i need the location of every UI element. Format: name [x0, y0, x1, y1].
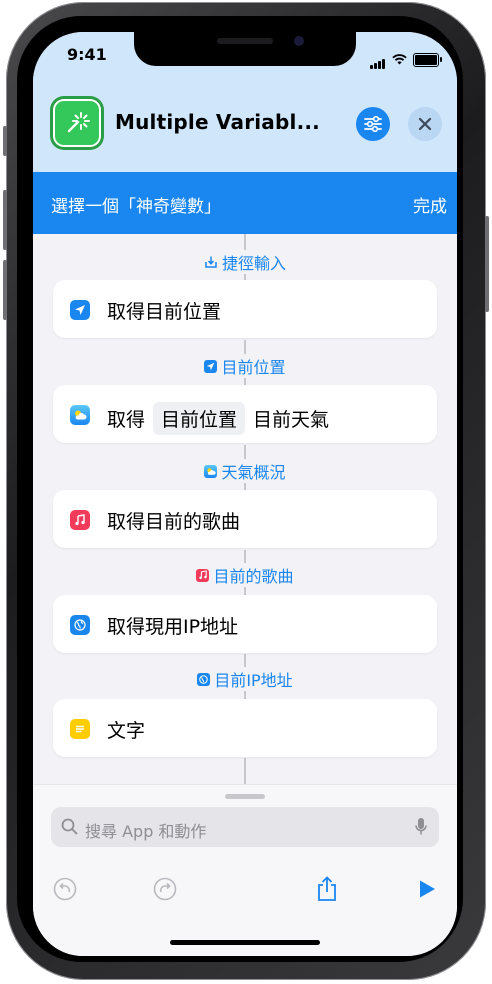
globe-icon	[70, 615, 90, 635]
status-time: 9:41	[67, 45, 107, 64]
variable-label: 目前的歌曲	[213, 567, 294, 586]
globe-icon	[197, 672, 211, 686]
undo-icon[interactable]	[51, 875, 79, 903]
music-icon	[70, 510, 90, 530]
shortcut-input-icon	[205, 256, 217, 268]
variable-label: 天氣概況	[221, 463, 286, 482]
note-icon	[70, 719, 90, 739]
action-label: 取得	[107, 409, 146, 431]
variable-current-location[interactable]: 目前位置	[33, 354, 457, 378]
action-label: 取得目前位置	[107, 301, 222, 323]
volume-up-button	[3, 190, 7, 250]
action-card-get-current-song[interactable]: 取得目前的歌曲	[53, 490, 437, 548]
sliders-icon[interactable]	[356, 107, 390, 141]
done-button[interactable]: 完成	[413, 192, 447, 217]
variable-label: 目前IP地址	[214, 671, 293, 690]
play-icon[interactable]	[413, 875, 441, 903]
action-card-text[interactable]: 文字	[53, 699, 437, 757]
cellular-signal-icon	[370, 50, 386, 69]
parameter-pill[interactable]: 目前位置	[153, 402, 246, 435]
speaker	[217, 38, 273, 44]
variable-label: 目前位置	[221, 358, 286, 377]
weather-icon	[204, 464, 218, 478]
action-card-get-weather[interactable]: 取得 目前位置 目前天氣	[53, 385, 437, 443]
shortcut-header: Multiple Variabl...	[33, 94, 457, 158]
magic-variable-banner: 選擇一個「神奇變數」 完成	[33, 172, 457, 234]
panel-grabber[interactable]	[225, 794, 265, 799]
action-card-get-ip-address[interactable]: 取得現用IP地址	[53, 595, 437, 653]
location-icon	[204, 359, 218, 373]
action-list: 捷徑輸入 取得目前位置 目前位置 取得 目前位置 目前天氣 天氣概況 取得目前的…	[33, 234, 457, 794]
status-icons	[370, 50, 442, 69]
banner-prompt: 選擇一個「神奇變數」	[51, 197, 221, 217]
battery-icon	[413, 52, 442, 67]
side-button	[3, 126, 7, 156]
power-button	[485, 216, 489, 312]
action-label: 取得現用IP地址	[107, 616, 239, 638]
microphone-icon[interactable]	[415, 817, 427, 836]
home-indicator	[170, 940, 320, 945]
share-icon[interactable]	[313, 875, 341, 903]
variable-label: 捷徑輸入	[221, 254, 286, 273]
shortcut-title[interactable]: Multiple Variabl...	[115, 110, 320, 134]
music-icon	[196, 568, 210, 582]
action-label: 取得目前的歌曲	[107, 511, 241, 533]
screen: 9:41 Multiple Variabl... 選擇一個「神奇變數」 完成 捷…	[33, 32, 457, 956]
variable-current-song[interactable]: 目前的歌曲	[33, 563, 457, 587]
close-icon[interactable]	[408, 107, 442, 141]
notch	[134, 32, 356, 66]
camera	[294, 36, 304, 46]
action-label: 文字	[107, 720, 146, 742]
variable-current-ip[interactable]: 目前IP地址	[33, 667, 457, 691]
weather-icon	[70, 405, 90, 425]
volume-down-button	[3, 260, 7, 320]
action-search-panel: 搜尋 App 和動作	[33, 784, 457, 956]
redo-icon[interactable]	[151, 875, 179, 903]
variable-shortcut-input[interactable]: 捷徑輸入	[33, 250, 457, 274]
magic-wand-icon[interactable]	[53, 99, 101, 147]
wifi-icon	[392, 54, 407, 65]
search-icon	[61, 818, 78, 835]
search-field[interactable]: 搜尋 App 和動作	[51, 807, 439, 847]
action-card-get-location[interactable]: 取得目前位置	[53, 280, 437, 338]
variable-weather-conditions[interactable]: 天氣概況	[33, 459, 457, 483]
action-label-suffix: 目前天氣	[253, 409, 330, 431]
location-icon	[70, 300, 90, 320]
search-placeholder: 搜尋 App 和動作	[85, 822, 207, 841]
